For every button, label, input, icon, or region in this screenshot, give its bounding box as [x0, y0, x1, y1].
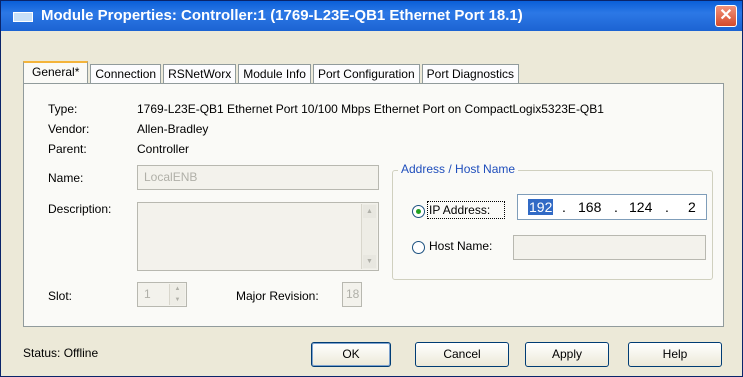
cancel-button[interactable]: Cancel [415, 342, 509, 367]
ip-octet-3[interactable]: 124 [629, 199, 652, 215]
vendor-value: Allen-Bradley [137, 122, 209, 136]
status-text: Status: Offline [23, 346, 99, 360]
apply-button[interactable]: Apply [525, 342, 609, 367]
ip-octet-2[interactable]: 168 [578, 199, 601, 215]
general-tab-panel: Type: 1769-L23E-QB1 Ethernet Port 10/100… [23, 83, 724, 327]
description-label: Description: [48, 202, 112, 216]
ip-octet-1[interactable]: 192 [528, 199, 554, 215]
ip-separator: . [562, 199, 566, 215]
ip-separator: . [665, 199, 669, 215]
scroll-up-icon[interactable]: ▲ [363, 205, 376, 218]
type-value: 1769-L23E-QB1 Ethernet Port 10/100 Mbps … [137, 102, 604, 116]
major-revision-field[interactable]: 18 [342, 282, 362, 307]
name-label: Name: [48, 171, 84, 185]
major-revision-label: Major Revision: [236, 289, 319, 303]
help-button[interactable]: Help [628, 342, 722, 367]
ip-focus-rect [427, 201, 505, 219]
spin-up-icon[interactable]: ▲ [170, 284, 185, 295]
tab-connection[interactable]: Connection [90, 64, 162, 83]
ip-address-radio[interactable] [412, 205, 425, 218]
scroll-down-icon[interactable]: ▼ [363, 255, 376, 268]
slot-field[interactable]: 1 ▲ ▼ [137, 282, 187, 307]
module-icon [13, 12, 33, 22]
vendor-label: Vendor: [48, 122, 90, 136]
address-group-title: Address / Host Name [398, 162, 519, 176]
slot-value: 1 [144, 287, 151, 301]
host-name-field[interactable] [513, 235, 706, 260]
tab-port-diagnostics[interactable]: Port Diagnostics [421, 64, 520, 83]
name-field[interactable]: LocalENB [137, 165, 379, 190]
close-icon: ✕ [719, 7, 733, 24]
title-bar[interactable]: Module Properties: Controller:1 (1769-L2… [1, 1, 742, 31]
parent-label: Parent: [48, 142, 87, 156]
host-name-radio[interactable] [412, 241, 425, 254]
address-group [392, 170, 713, 280]
close-button[interactable]: ✕ [715, 5, 737, 27]
slot-spinner[interactable]: ▲ ▼ [169, 284, 185, 305]
host-name-label[interactable]: Host Name: [429, 239, 492, 253]
slot-label: Slot: [48, 289, 73, 303]
tab-port-configuration[interactable]: Port Configuration [312, 64, 420, 83]
ip-address-field[interactable]: 192 . 168 . 124 . 2 [517, 194, 707, 220]
ok-button[interactable]: OK [311, 342, 391, 367]
ip-separator: . [614, 199, 618, 215]
description-scrollbar[interactable]: ▲ ▼ [361, 204, 377, 269]
tab-strip: General* Connection RSNetWorx Module Inf… [23, 61, 521, 83]
tab-module-info[interactable]: Module Info [238, 64, 311, 83]
tab-rsnetworx[interactable]: RSNetWorx [163, 64, 237, 83]
module-properties-dialog: Module Properties: Controller:1 (1769-L2… [0, 0, 743, 377]
ip-octet-4[interactable]: 2 [688, 199, 696, 215]
tab-general[interactable]: General* [23, 61, 89, 83]
spin-down-icon[interactable]: ▼ [170, 295, 185, 306]
parent-value: Controller [137, 142, 190, 156]
description-field[interactable]: ▲ ▼ [137, 202, 379, 271]
window-title: Module Properties: Controller:1 (1769-L2… [41, 7, 523, 24]
type-label: Type: [48, 102, 78, 116]
